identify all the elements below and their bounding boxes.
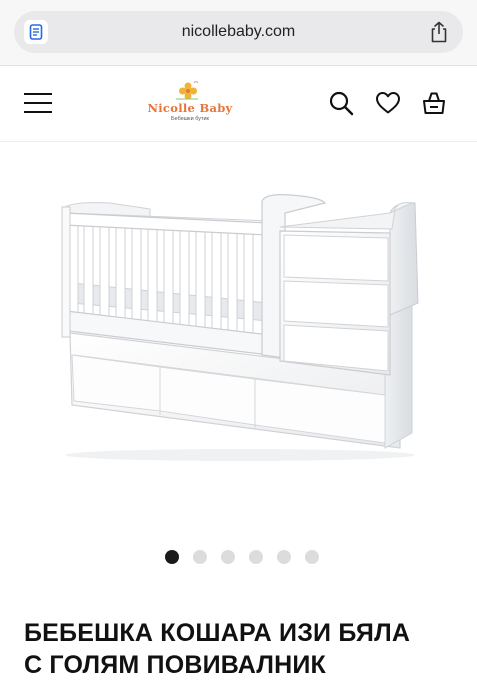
gallery-dot[interactable] bbox=[248, 550, 263, 564]
heart-icon[interactable] bbox=[375, 90, 401, 116]
browser-bar: nicollebaby.com bbox=[0, 0, 477, 66]
logo-mark-icon bbox=[172, 79, 202, 103]
gallery-dot[interactable] bbox=[220, 550, 235, 564]
product-title-line1: БЕБЕШКА КОШАРА ИЗИ БЯЛА bbox=[24, 619, 411, 647]
product-title: БЕБЕШКА КОШАРА ИЗИ БЯЛА С ГОЛЯМ ПОВИВАЛН… bbox=[24, 617, 464, 681]
gallery-pagination bbox=[0, 550, 477, 564]
bag-icon[interactable] bbox=[421, 90, 447, 116]
site-header: Nicolle Baby Бебешки бутик bbox=[0, 66, 477, 142]
menu-icon[interactable] bbox=[22, 88, 54, 118]
share-icon[interactable] bbox=[427, 20, 451, 44]
gallery-dot[interactable] bbox=[304, 550, 319, 564]
gallery-dot[interactable] bbox=[164, 550, 179, 564]
search-icon[interactable] bbox=[328, 90, 354, 116]
logo-subtitle: Бебешки бутик bbox=[171, 116, 209, 122]
gallery-dot[interactable] bbox=[276, 550, 291, 564]
url-text[interactable]: nicollebaby.com bbox=[14, 11, 463, 53]
site-logo[interactable]: Nicolle Baby Бебешки бутик bbox=[140, 78, 240, 130]
logo-text: Nicolle Baby bbox=[147, 101, 233, 115]
product-image[interactable] bbox=[0, 143, 477, 538]
address-bar[interactable]: nicollebaby.com bbox=[14, 11, 463, 53]
gallery-dot[interactable] bbox=[192, 550, 207, 564]
product-title-line2: С ГОЛЯМ ПОВИВАЛНИК bbox=[24, 651, 326, 679]
